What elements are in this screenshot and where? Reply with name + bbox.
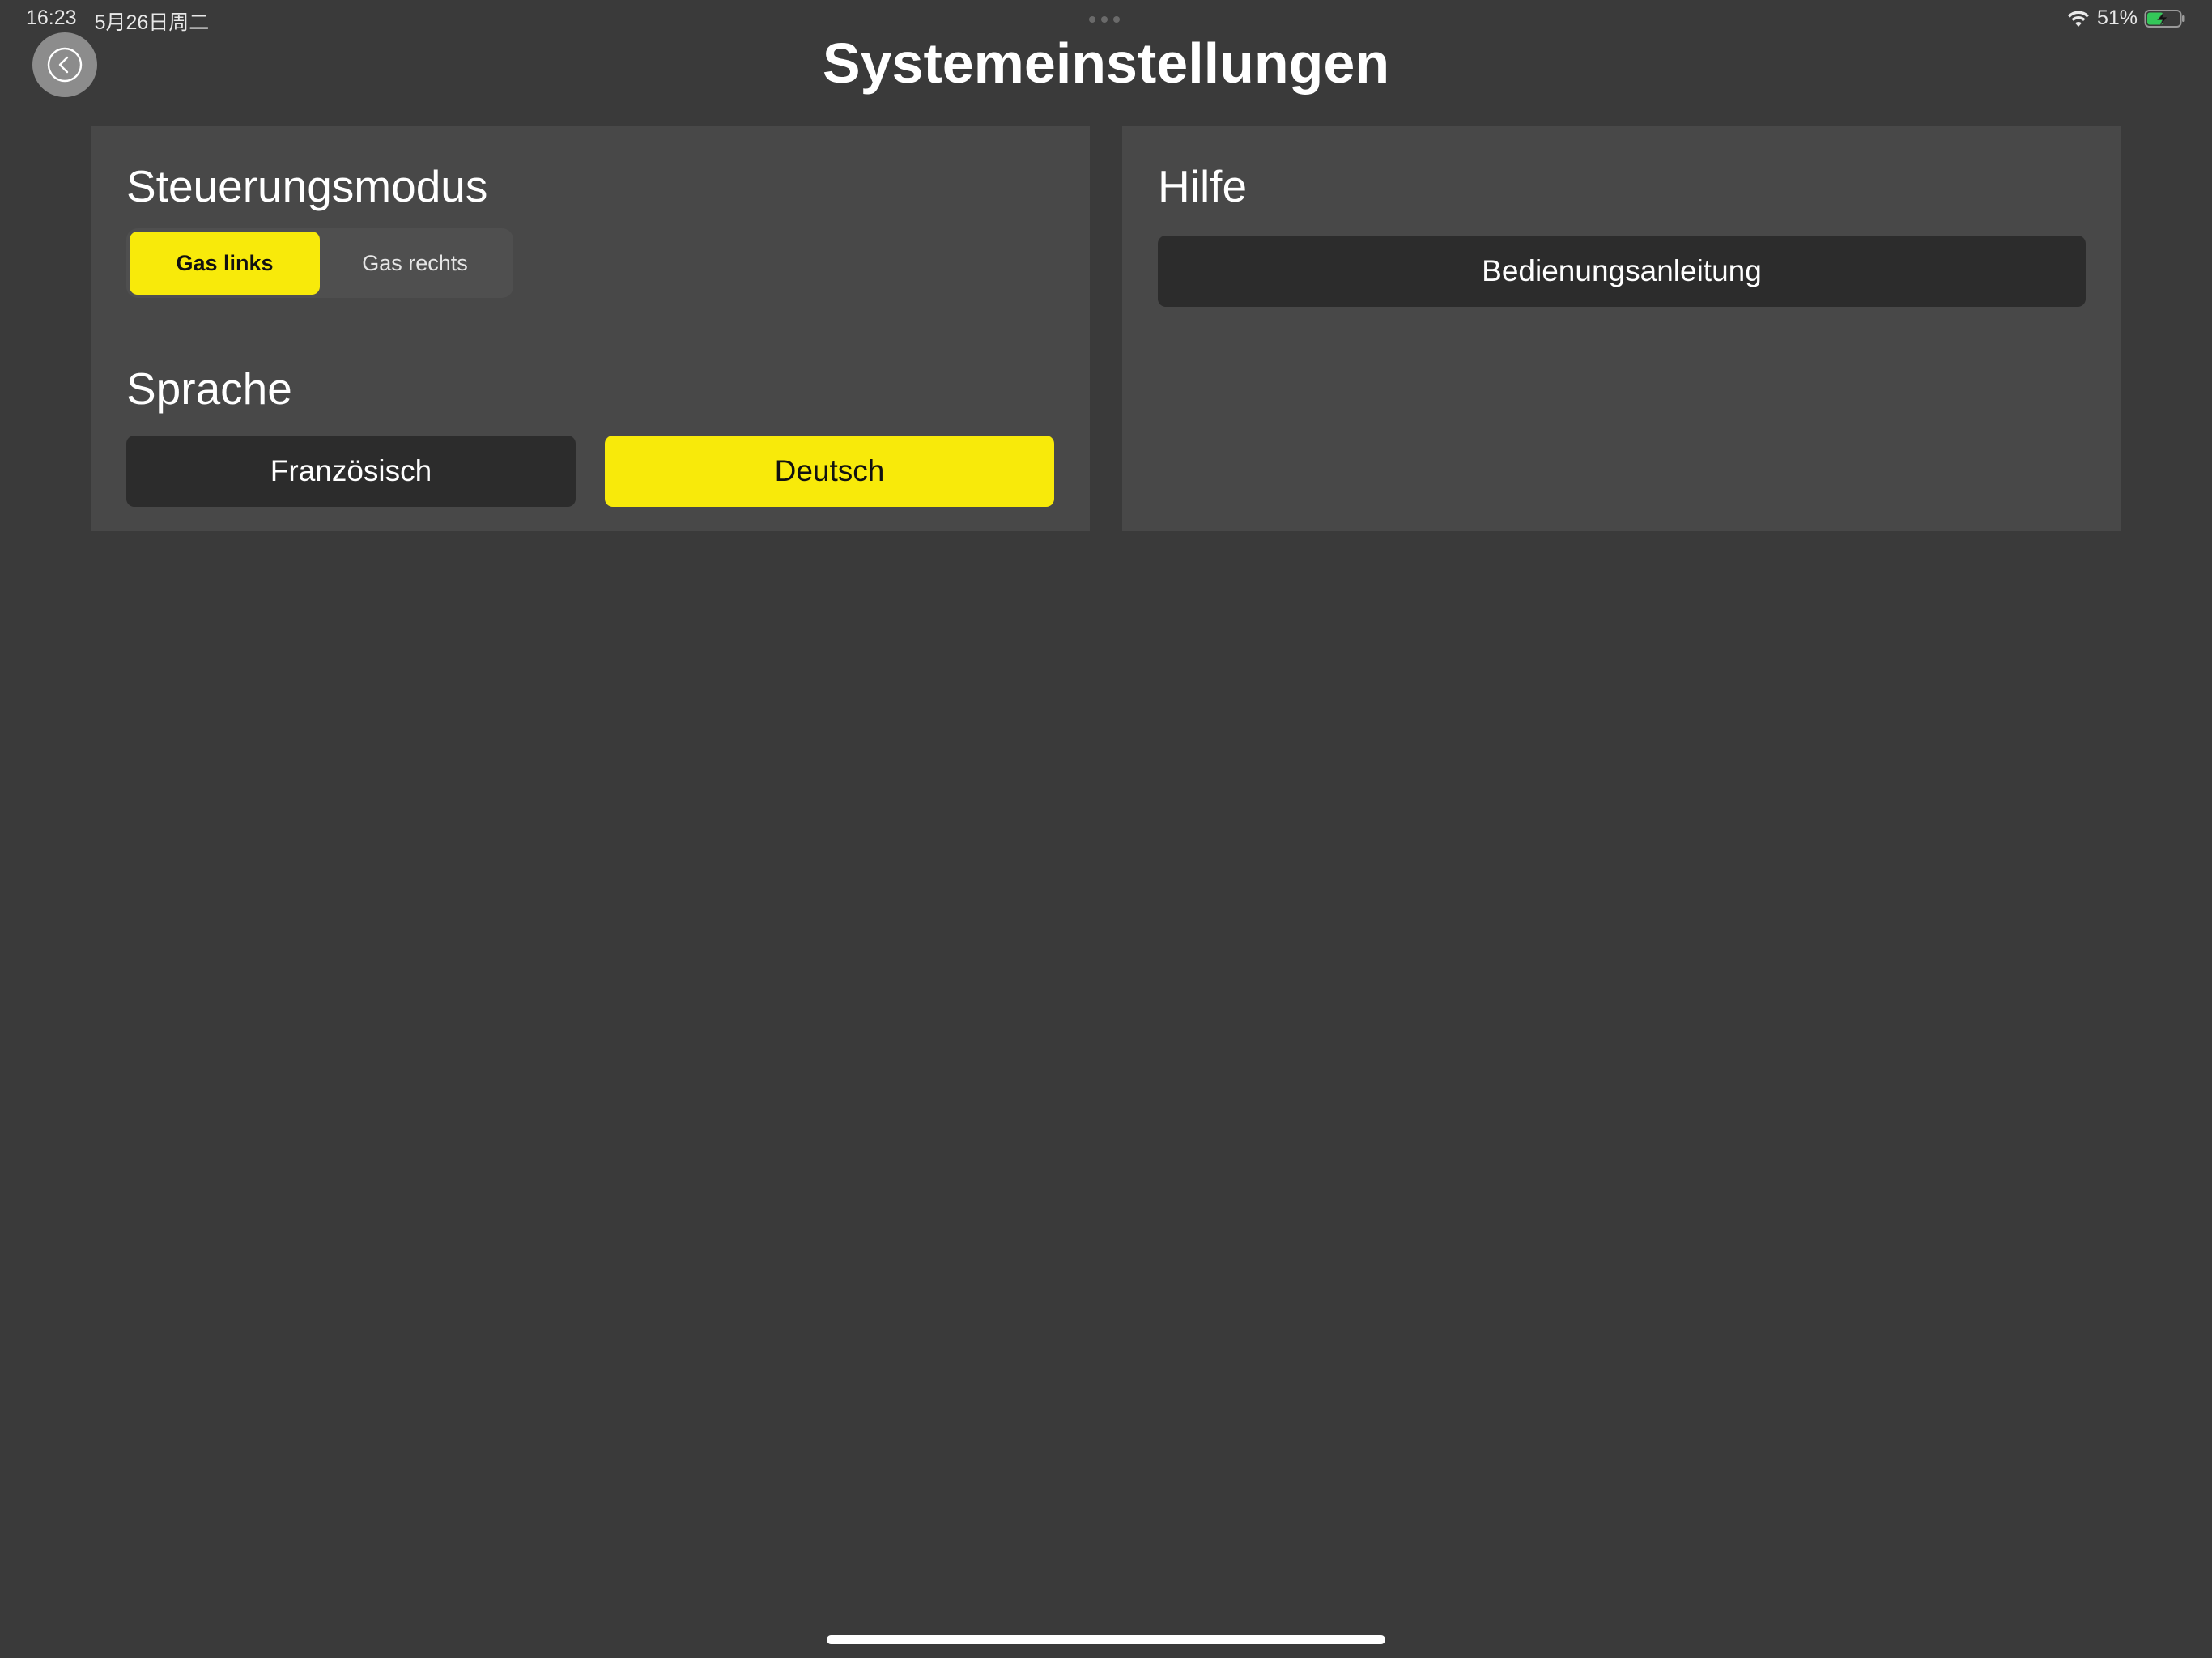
help-heading: Hilfe (1158, 161, 1248, 211)
home-indicator[interactable] (827, 1635, 1385, 1644)
language-german-button[interactable]: Deutsch (605, 436, 1054, 507)
control-mode-segmented-control: Gas links Gas rechts (126, 228, 513, 298)
settings-panel-right: Hilfe Bedienungsanleitung (1122, 126, 2121, 531)
control-mode-gas-left-option[interactable]: Gas links (130, 232, 320, 295)
language-heading: Sprache (126, 363, 292, 414)
language-french-button[interactable]: Französisch (126, 436, 576, 507)
multitasking-dots-icon[interactable] (1089, 16, 1120, 23)
control-mode-gas-right-option[interactable]: Gas rechts (320, 232, 510, 295)
status-right: 51% (2066, 6, 2186, 30)
settings-screen: 16:23 5月26日周二 51% Systemeinstellungen St… (0, 0, 2212, 1658)
control-mode-heading: Steuerungsmodus (126, 161, 488, 211)
battery-percent: 51% (2096, 6, 2138, 29)
settings-panel-left: Steuerungsmodus Gas links Gas rechts Spr… (91, 126, 1090, 531)
page-title: Systemeinstellungen (822, 32, 1390, 95)
user-manual-button[interactable]: Bedienungsanleitung (1158, 236, 2086, 307)
wifi-icon (2067, 10, 2089, 27)
battery-charging-icon (2144, 9, 2185, 28)
